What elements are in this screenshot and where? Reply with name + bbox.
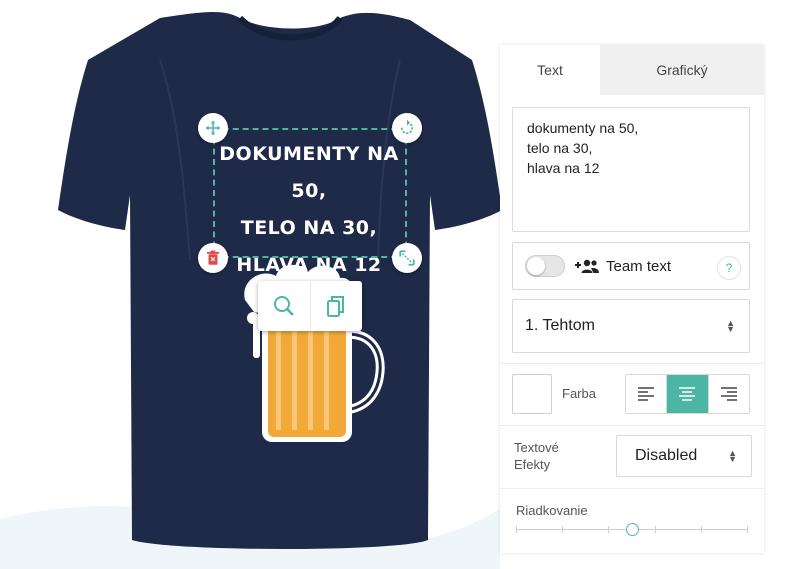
- line-spacing-label: Riadkovanie: [516, 503, 588, 518]
- font-select-value: 1. Tehtom: [525, 317, 595, 334]
- design-canvas: DOKUMENTY NA 50, TELO NA 30, HLAVA NA 12: [0, 0, 500, 569]
- rotate-icon: [400, 119, 414, 135]
- rotate-handle[interactable]: [392, 113, 422, 143]
- resize-handle[interactable]: [392, 243, 422, 273]
- slider-thumb[interactable]: [626, 523, 639, 536]
- team-text-toggle[interactable]: [525, 255, 565, 277]
- duplicate-button[interactable]: [309, 281, 363, 331]
- font-select[interactable]: 1. Tehtom ▲ ▼: [512, 299, 750, 353]
- help-button[interactable]: ?: [717, 256, 741, 280]
- tab-graphic[interactable]: Grafický: [600, 45, 764, 95]
- color-label: Farba: [562, 386, 596, 401]
- zoom-icon: [273, 296, 294, 316]
- move-icon: [205, 120, 221, 136]
- line-spacing-slider[interactable]: [516, 523, 748, 537]
- select-arrows-icon: ▲ ▼: [728, 448, 737, 464]
- resize-icon: [399, 250, 415, 266]
- align-center-icon: [679, 387, 696, 401]
- text-input-line: dokumenty na 50,: [527, 120, 639, 136]
- text-settings-panel: Text Grafický dokumenty na 50, telo na 3…: [500, 45, 764, 553]
- duplicate-icon: [327, 296, 345, 317]
- text-input-line: hlava na 12: [527, 160, 600, 176]
- tab-text[interactable]: Text: [500, 45, 600, 95]
- align-center-button[interactable]: [666, 375, 708, 413]
- text-effects-label: Textové Efekty: [514, 439, 559, 473]
- align-right-button[interactable]: [707, 375, 749, 413]
- element-toolbar: [258, 281, 362, 331]
- text-effects-label-line: Textové: [514, 440, 559, 455]
- move-handle[interactable]: [198, 113, 228, 143]
- team-text-row: Team text ?: [512, 242, 750, 290]
- delete-handle[interactable]: [198, 243, 228, 273]
- text-effects-value: Disabled: [635, 447, 698, 464]
- panel-tabs: Text Grafický: [500, 45, 764, 95]
- align-right-icon: [720, 387, 737, 401]
- align-left-button[interactable]: [626, 375, 667, 413]
- divider: [500, 425, 764, 426]
- select-arrows-icon: ▲ ▼: [726, 318, 735, 334]
- text-input[interactable]: dokumenty na 50, telo na 30, hlava na 12: [512, 107, 750, 232]
- text-effects-label-line: Efekty: [514, 457, 551, 472]
- text-effects-select[interactable]: Disabled ▲ ▼: [616, 435, 752, 477]
- align-left-icon: [638, 387, 655, 401]
- team-text-label: Team text: [606, 257, 672, 275]
- color-swatch[interactable]: [512, 374, 552, 414]
- add-team-icon: [575, 259, 599, 273]
- alignment-group: [625, 374, 750, 414]
- selection-frame[interactable]: [213, 128, 407, 258]
- text-input-line: telo na 30,: [527, 140, 593, 156]
- zoom-button[interactable]: [258, 281, 310, 331]
- delete-icon: [207, 250, 219, 265]
- divider: [500, 488, 764, 489]
- divider: [500, 363, 764, 364]
